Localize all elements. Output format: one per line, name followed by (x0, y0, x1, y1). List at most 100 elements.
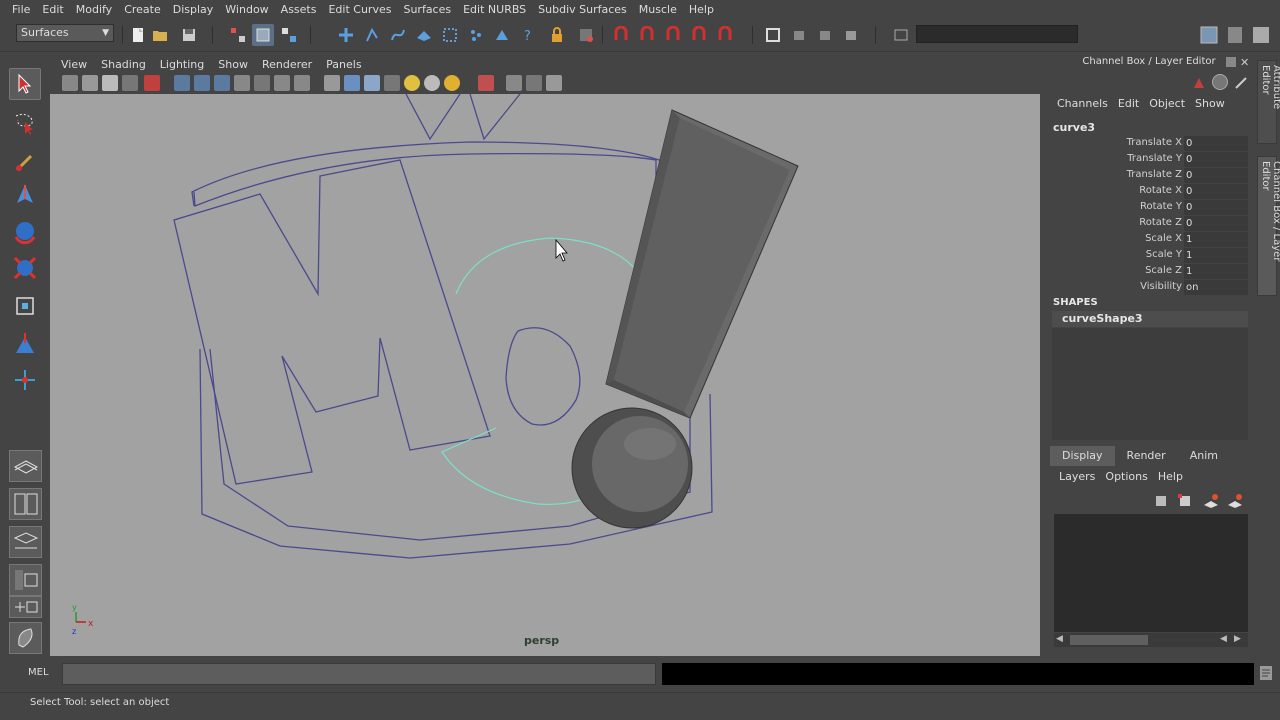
layers-menu[interactable]: Layers (1054, 470, 1100, 483)
scroll-right-end-icon[interactable]: ▶ (1234, 634, 1241, 644)
select-component-icon[interactable] (278, 24, 300, 46)
select-by-surfaces-icon[interactable] (413, 24, 435, 46)
attribute-value-field[interactable]: 1 (1184, 232, 1248, 247)
help-menu[interactable]: Help (1153, 470, 1188, 483)
show-manipulator-tool-icon[interactable] (9, 364, 41, 396)
shadows-icon[interactable] (424, 75, 440, 91)
camera-attributes-icon[interactable] (82, 75, 98, 91)
image-plane-icon[interactable] (122, 75, 138, 91)
wireframe-on-shaded-icon[interactable] (364, 75, 380, 91)
field-chart-icon[interactable] (254, 75, 270, 91)
snap-to-view-plane-icon[interactable] (688, 24, 710, 46)
show-menu[interactable]: Show (1190, 97, 1230, 111)
attribute-row[interactable]: Scale X1 (1052, 232, 1248, 248)
close-icon[interactable]: ✕ (1240, 56, 1249, 69)
quick-input-field[interactable] (916, 25, 1078, 43)
object-menu[interactable]: Object (1144, 97, 1190, 111)
menu-muscle[interactable]: Muscle (633, 0, 683, 20)
lasso-tool-icon[interactable] (9, 108, 41, 140)
menu-edit-nurbs[interactable]: Edit NURBS (457, 0, 532, 20)
open-scene-icon[interactable] (150, 24, 172, 46)
two-panel-layout-icon[interactable] (9, 488, 42, 520)
panel-menu-renderer[interactable]: Renderer (255, 58, 319, 71)
move-layer-down-icon[interactable] (1176, 493, 1194, 509)
panel-menu-view[interactable]: View (54, 58, 94, 71)
render-settings-icon[interactable] (840, 24, 862, 46)
highlight-selection-icon[interactable] (575, 24, 597, 46)
attribute-row[interactable]: Translate Z0 (1052, 168, 1248, 184)
new-empty-layer-icon[interactable] (1202, 493, 1220, 509)
move-tool-icon[interactable] (9, 180, 41, 212)
channel-box-tab[interactable]: Channel Box / Layer Editor (1257, 156, 1280, 296)
make-live-icon[interactable] (714, 24, 736, 46)
single-perspective-layout-icon[interactable] (9, 450, 42, 482)
attribute-row[interactable]: Scale Y1 (1052, 248, 1248, 264)
menu-set-dropdown[interactable]: Surfaces ▼ (16, 24, 114, 42)
command-input[interactable] (62, 663, 656, 685)
layer-list[interactable] (1054, 514, 1248, 632)
attribute-row[interactable]: Rotate X0 (1052, 184, 1248, 200)
tab-anim[interactable]: Anim (1178, 446, 1230, 466)
snap-to-curves-icon[interactable] (636, 24, 658, 46)
bookmark-icon[interactable] (102, 75, 118, 91)
snap-to-points-icon[interactable] (662, 24, 684, 46)
attribute-value-field[interactable]: 0 (1184, 184, 1248, 199)
panel-menu-show[interactable]: Show (211, 58, 255, 71)
attribute-row[interactable]: Translate X0 (1052, 136, 1248, 152)
panel-menu-shading[interactable]: Shading (94, 58, 153, 71)
select-by-dynamics-icon[interactable] (465, 24, 487, 46)
smooth-shade-icon[interactable] (344, 75, 360, 91)
soft-modification-tool-icon[interactable] (9, 328, 41, 360)
input-operations-icon[interactable] (762, 24, 784, 46)
two-d-pan-zoom-icon[interactable] (144, 75, 160, 91)
script-language-label[interactable]: MEL (28, 667, 49, 678)
attribute-value-field[interactable]: on (1184, 280, 1248, 295)
textured-icon[interactable] (384, 75, 400, 91)
layout-mode-icon[interactable] (1212, 74, 1228, 90)
new-scene-icon[interactable] (127, 24, 149, 46)
select-by-deformations-icon[interactable] (439, 24, 461, 46)
resolution-gate-icon[interactable] (214, 75, 230, 91)
universal-manipulator-icon[interactable] (9, 290, 41, 322)
menu-help[interactable]: Help (683, 0, 720, 20)
snap-to-grid-icon[interactable] (610, 24, 632, 46)
menu-window[interactable]: Window (219, 0, 274, 20)
attribute-value-field[interactable]: 0 (1184, 200, 1248, 215)
panel-menu-panels[interactable]: Panels (319, 58, 368, 71)
channels-menu[interactable]: Channels (1052, 97, 1113, 111)
exclamation-bar-mesh[interactable] (605, 109, 799, 419)
attribute-value-field[interactable]: 0 (1184, 152, 1248, 167)
select-by-handles-icon[interactable] (335, 24, 357, 46)
render-view-icon[interactable] (814, 24, 836, 46)
scrollbar-thumb[interactable] (1070, 635, 1148, 645)
gate-mask-icon[interactable] (234, 75, 250, 91)
selected-object-name[interactable]: curve3 (1053, 121, 1095, 134)
attribute-value-field[interactable]: 1 (1184, 248, 1248, 263)
attribute-value-field[interactable]: 0 (1184, 136, 1248, 151)
show-channel-box-icon[interactable] (1250, 24, 1272, 46)
menu-create[interactable]: Create (118, 0, 167, 20)
paint-select-tool-icon[interactable] (9, 146, 41, 178)
channel-box-mode-icon[interactable] (1192, 76, 1206, 90)
scroll-right-icon[interactable]: ◀ (1220, 634, 1227, 644)
scale-tool-icon[interactable] (9, 252, 41, 284)
perspective-viewport[interactable]: y x z persp (50, 94, 1040, 656)
attribute-row[interactable]: Visibility on (1052, 280, 1248, 296)
save-scene-icon[interactable] (178, 24, 200, 46)
film-gate-icon[interactable] (194, 75, 210, 91)
isolate-select-icon[interactable] (478, 75, 494, 91)
default-lighting-icon[interactable] (444, 75, 460, 91)
attribute-value-field[interactable]: 0 (1184, 168, 1248, 183)
select-by-curves-icon[interactable] (387, 24, 409, 46)
menu-assets[interactable]: Assets (275, 0, 323, 20)
xray-joints-icon[interactable] (526, 75, 542, 91)
select-by-misc-icon[interactable]: ? (517, 24, 539, 46)
perspective-graph-layout-icon[interactable] (9, 526, 42, 558)
use-all-lights-icon[interactable] (404, 75, 420, 91)
attribute-value-field[interactable]: 1 (1184, 264, 1248, 279)
menu-subdiv-surfaces[interactable]: Subdiv Surfaces (532, 0, 633, 20)
scroll-left-icon[interactable]: ◀ (1056, 634, 1063, 644)
safe-action-icon[interactable] (274, 75, 290, 91)
panel-menu-lighting[interactable]: Lighting (153, 58, 211, 71)
perspective-outliner-layout-icon[interactable] (9, 564, 42, 596)
